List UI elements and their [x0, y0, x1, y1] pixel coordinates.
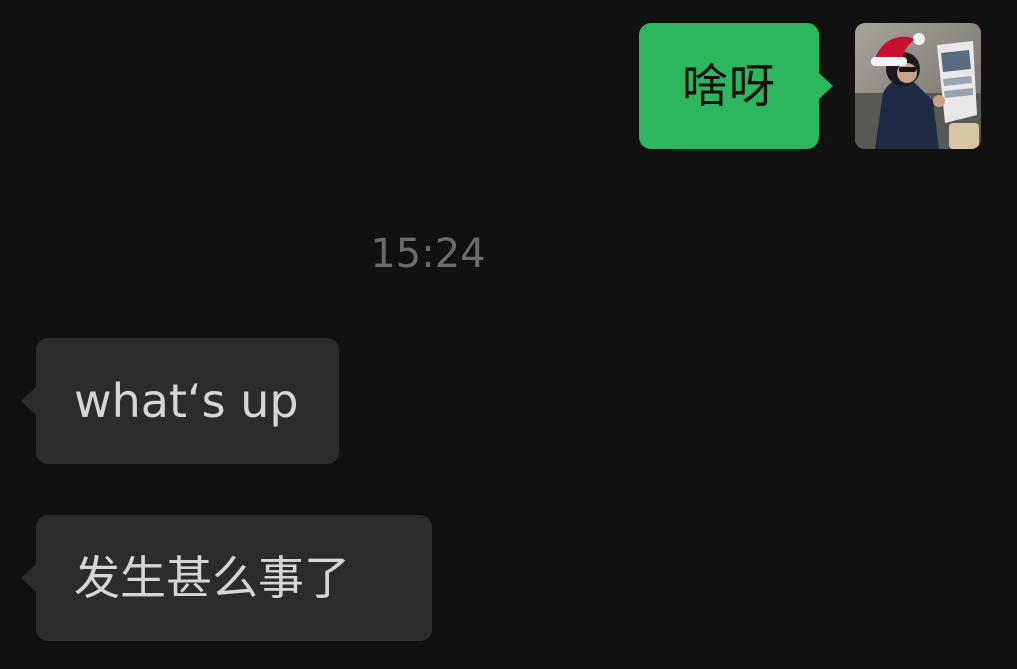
message-text: what‘s up: [74, 374, 299, 428]
message-text: 啥呀: [682, 59, 776, 113]
incoming-message-bubble[interactable]: 发生甚么事了: [21, 515, 432, 641]
avatar[interactable]: [855, 23, 981, 149]
incoming-message-bubble[interactable]: what‘s up: [21, 338, 339, 464]
timestamp: 15:24: [370, 231, 486, 277]
message-text: 发生甚么事了: [74, 551, 350, 605]
avatar-photo-icon: [855, 23, 981, 149]
chat-message-list: 啥呀 15:24 what‘s up 发生甚么事了: [0, 0, 1017, 669]
outgoing-message-bubble[interactable]: 啥呀: [639, 23, 833, 149]
